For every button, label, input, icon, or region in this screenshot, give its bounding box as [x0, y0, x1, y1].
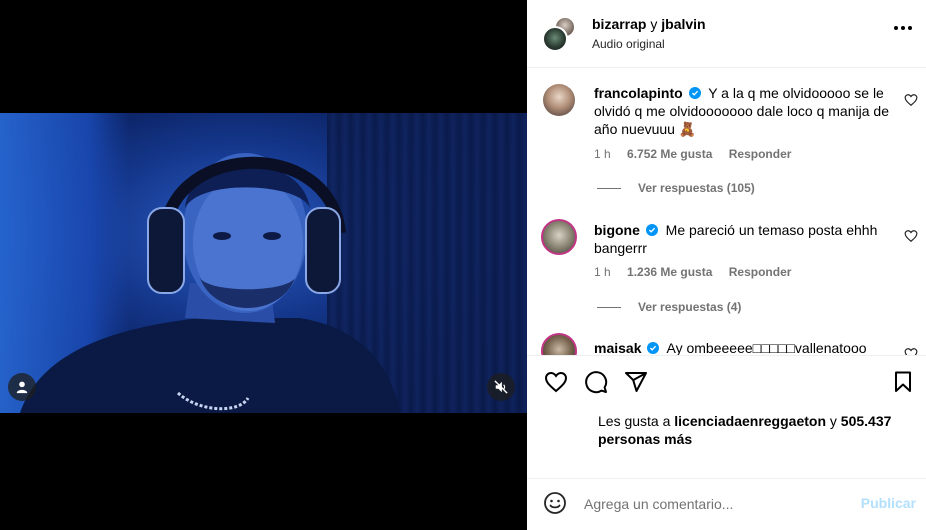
post-authors: bizarrap y jbalvin [592, 16, 706, 32]
comment-username[interactable]: bigone [594, 222, 640, 238]
likes-and: y [829, 413, 837, 429]
avatar [542, 26, 568, 52]
publish-button[interactable]: Publicar [861, 495, 916, 511]
more-options-icon[interactable] [894, 26, 912, 32]
verified-icon [688, 87, 701, 99]
avatar[interactable] [543, 84, 575, 116]
liked-by-user-link[interactable]: licenciadaenreggaeton [674, 413, 826, 429]
audio-link[interactable]: Audio original [592, 37, 665, 51]
comment-likes[interactable]: 1.236 Me gusta [627, 265, 712, 279]
comment-text: maisak Ay ombeeeee□□□□□vallenatooo [594, 339, 894, 355]
verified-icon [647, 342, 660, 354]
video-player[interactable] [0, 113, 527, 413]
comment-time: 1 h [594, 147, 611, 161]
comment-icon[interactable] [584, 370, 608, 394]
view-replies-label: Ver respuestas (4) [638, 300, 742, 314]
verified-icon [645, 224, 658, 236]
replies-divider [597, 187, 621, 189]
likes-suffix[interactable]: personas más [598, 431, 692, 447]
mute-toggle-button[interactable] [487, 373, 515, 401]
user-icon [16, 381, 28, 394]
comment-time: 1 h [594, 265, 611, 279]
comments-list[interactable]: francolapinto Y a la q me olvidooooo se … [527, 69, 926, 355]
bookmark-icon[interactable] [891, 370, 915, 394]
author-avatars[interactable] [542, 16, 576, 52]
likes-summary: Les gusta a licenciadaenreggaeton y 505.… [598, 412, 891, 448]
muted-speaker-icon [494, 380, 508, 394]
comment-username[interactable]: maisak [594, 340, 641, 355]
replies-divider [597, 306, 621, 308]
author-link[interactable]: bizarrap [592, 16, 646, 32]
comment-composer: Publicar [527, 479, 926, 530]
post-header: bizarrap y jbalvin Audio original [527, 0, 926, 68]
comment-meta: 1 h 1.236 Me gusta Responder [594, 265, 804, 279]
share-icon[interactable] [624, 370, 648, 394]
view-replies-button[interactable]: Ver respuestas (105) [597, 181, 755, 195]
comment-likes[interactable]: 6.752 Me gusta [627, 147, 712, 161]
comment-input[interactable] [584, 495, 844, 513]
comment-username[interactable]: francolapinto [594, 85, 683, 101]
comment-text: bigone Me pareció un temaso posta ehhh b… [594, 221, 894, 257]
view-replies-button[interactable]: Ver respuestas (4) [597, 300, 741, 314]
authors-separator: y [650, 16, 658, 32]
comment-text: francolapinto Y a la q me olvidooooo se … [594, 84, 894, 138]
post-actions: Les gusta a licenciadaenreggaeton y 505.… [527, 355, 926, 479]
likes-prefix: Les gusta a [598, 413, 671, 429]
emoji-icon[interactable] [543, 491, 567, 515]
heart-icon[interactable] [904, 347, 918, 355]
heart-icon[interactable] [544, 370, 568, 394]
likes-count[interactable]: 505.437 [841, 413, 892, 429]
user-tags-button[interactable] [8, 373, 36, 401]
comment-body: Ay ombeeeee□□□□□vallenatooo [666, 340, 867, 355]
reply-button[interactable]: Responder [729, 265, 792, 279]
video-frame-person [20, 153, 400, 413]
reply-button[interactable]: Responder [729, 147, 792, 161]
heart-icon[interactable] [904, 229, 918, 243]
avatar[interactable] [541, 219, 577, 255]
media-panel [0, 0, 527, 530]
author-link[interactable]: jbalvin [661, 16, 705, 32]
comment-meta: 1 h 6.752 Me gusta Responder [594, 147, 804, 161]
heart-icon[interactable] [904, 93, 918, 107]
post-details-panel: bizarrap y jbalvin Audio original franco… [527, 0, 926, 530]
view-replies-label: Ver respuestas (105) [638, 181, 755, 195]
avatar[interactable] [541, 333, 577, 355]
